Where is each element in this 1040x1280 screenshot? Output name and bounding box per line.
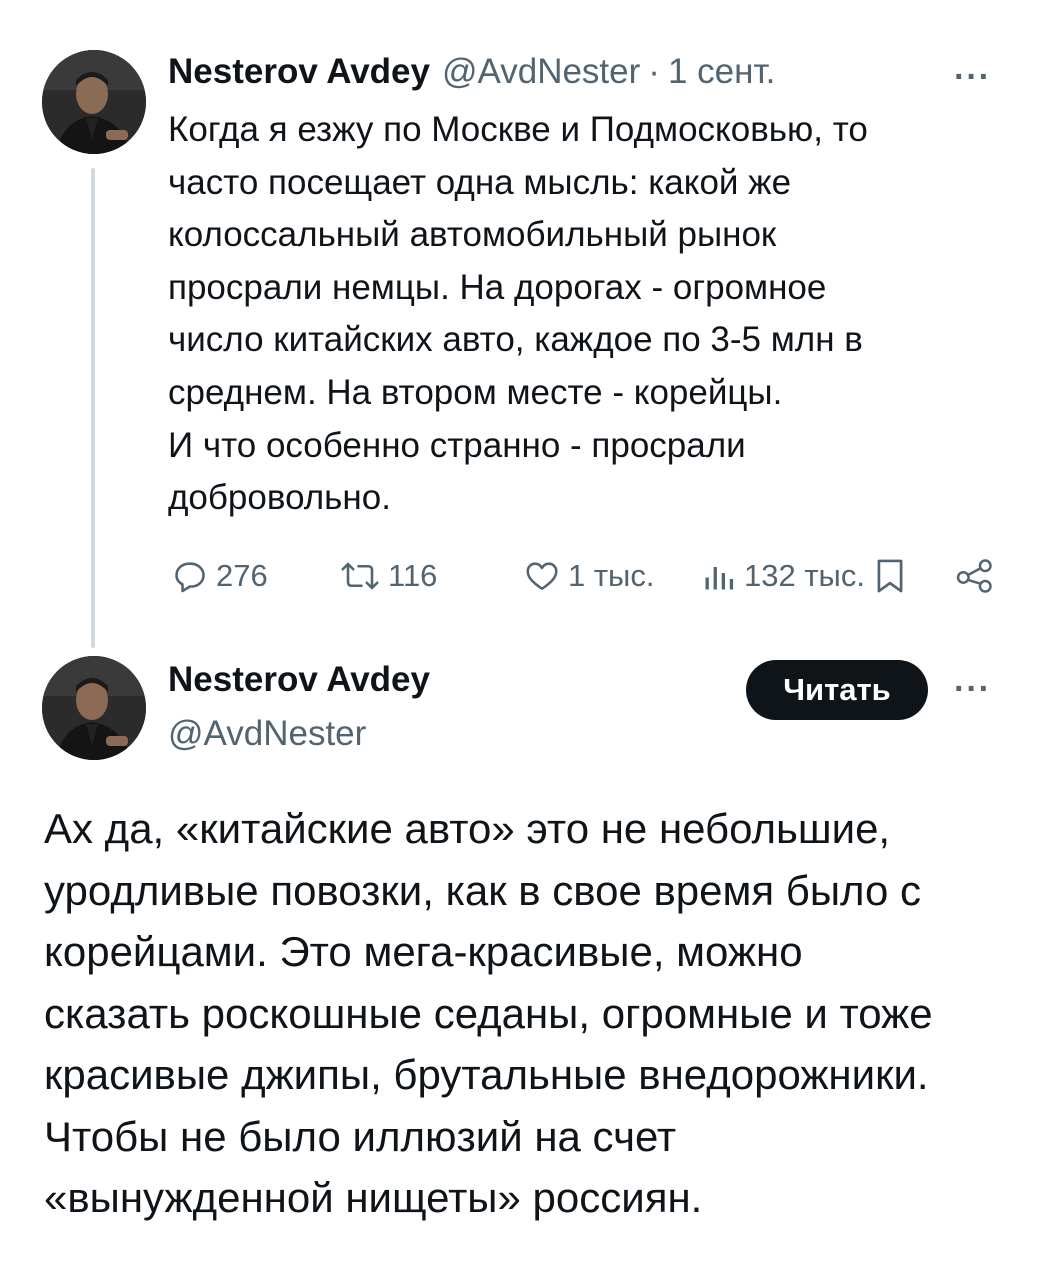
heart-icon	[526, 562, 558, 591]
avatar-image	[42, 50, 146, 154]
follow-button[interactable]: Читать	[746, 660, 928, 720]
bookmark-icon	[877, 559, 903, 593]
separator-dot: ·	[648, 52, 660, 91]
reply-count: 276	[216, 558, 268, 593]
tweet-text: Когда я езжу по Москве и Подмосковью, то…	[168, 110, 868, 518]
like-button[interactable]: 1 тыс.	[524, 552, 654, 600]
author-handle[interactable]: @AvdNester	[442, 52, 640, 92]
repost-icon	[341, 562, 379, 590]
share-button[interactable]	[956, 552, 994, 600]
avatar-image	[42, 656, 146, 760]
tweet-timestamp[interactable]: 1 сент.	[668, 52, 775, 92]
author-handle[interactable]: @AvdNester	[168, 714, 366, 754]
view-count: 132 тыс.	[744, 558, 865, 593]
tweet-text: Ах да, «китайские авто» это не небольшие…	[44, 805, 933, 1221]
tweet-action-bar: 276 116 1 тыс. 132 тыс.	[168, 552, 996, 600]
tweet-header: Nesterov Avdey @AvdNester · 1 сент.	[168, 52, 775, 102]
views-button[interactable]: 132 тыс.	[702, 552, 865, 600]
views-icon	[705, 567, 734, 590]
like-count: 1 тыс.	[568, 558, 655, 593]
more-options-button[interactable]: ···	[954, 672, 991, 706]
author-name[interactable]: Nesterov Avdey	[168, 52, 430, 92]
repost-count: 116	[388, 558, 438, 593]
bookmark-button[interactable]	[874, 552, 906, 600]
author-name[interactable]: Nesterov Avdey	[168, 660, 430, 700]
repost-button[interactable]: 116	[340, 552, 437, 600]
share-icon	[956, 559, 992, 593]
reply-icon	[175, 562, 205, 593]
avatar[interactable]	[42, 656, 146, 760]
thread-connector-line	[91, 168, 95, 648]
more-options-button[interactable]: ···	[954, 60, 991, 94]
reply-button[interactable]: 276	[172, 552, 268, 600]
avatar[interactable]	[42, 50, 146, 154]
